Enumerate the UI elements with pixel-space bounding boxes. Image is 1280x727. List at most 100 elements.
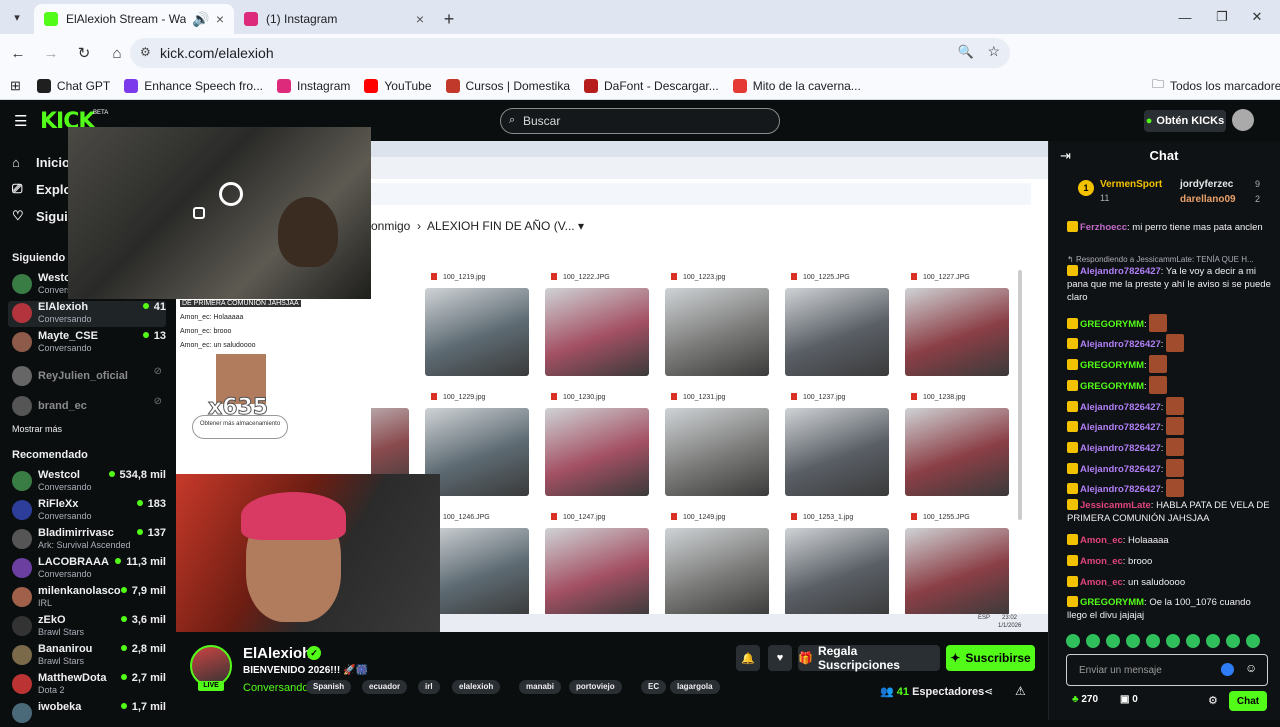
follow-heart-icon[interactable]: ♥ bbox=[768, 645, 792, 671]
recommended-channel[interactable]: milenkanolasco IRL 7,9 mil bbox=[8, 585, 166, 611]
chat-username[interactable]: Amon_ec bbox=[1080, 556, 1123, 567]
recommended-channel[interactable]: MatthewDota Dota 2 2,7 mil bbox=[8, 672, 166, 698]
subscribe-button[interactable]: ✦ Suscribirse bbox=[946, 645, 1035, 671]
chat-username[interactable]: Alejandro7826427 bbox=[1080, 464, 1161, 475]
channel-viewers: 41 bbox=[143, 301, 166, 313]
emote-option[interactable] bbox=[1106, 634, 1120, 648]
verified-icon: ✓ bbox=[307, 646, 321, 660]
chat-username[interactable]: Alejandro7826427 bbox=[1080, 443, 1161, 454]
forward-icon[interactable]: → bbox=[36, 38, 66, 68]
report-icon[interactable]: ⚠ bbox=[1015, 684, 1026, 698]
gift-count-display[interactable]: ▣ 0 bbox=[1120, 694, 1138, 705]
gift-subs-button[interactable]: 🎁 Regala Suscripciones bbox=[798, 644, 940, 672]
chat-username[interactable]: Alejandro7826427 bbox=[1080, 266, 1161, 277]
chat-username[interactable]: Ferzhoecc bbox=[1080, 222, 1127, 233]
chat-username[interactable]: Alejandro7826427 bbox=[1080, 422, 1161, 433]
chat-username[interactable]: GREGORYMM bbox=[1080, 319, 1144, 330]
recommended-channel[interactable]: Bladimirrivasc Ark: Survival Ascended 137 bbox=[8, 527, 166, 553]
chat-username[interactable]: Alejandro7826427 bbox=[1080, 484, 1161, 495]
chat-input[interactable]: Enviar un mensaje ☺ bbox=[1066, 654, 1268, 686]
chat-username[interactable]: GREGORYMM bbox=[1080, 597, 1144, 608]
emoji-icon[interactable]: ☺ bbox=[1245, 661, 1257, 675]
stream-tag[interactable]: portoviejo bbox=[569, 680, 622, 694]
stream-tag[interactable]: ecuador bbox=[362, 680, 408, 694]
apps-grid-icon[interactable]: ⊞ bbox=[10, 78, 21, 94]
following-channel[interactable]: Mayte_CSE Conversando 13 bbox=[8, 330, 166, 356]
emote-option[interactable] bbox=[1246, 634, 1260, 648]
bookmark-item[interactable]: Chat GPT bbox=[36, 78, 110, 93]
chat-username[interactable]: GREGORYMM bbox=[1080, 360, 1144, 371]
tab-instagram[interactable]: (1) Instagram × bbox=[234, 4, 434, 34]
stream-tag[interactable]: elalexioh bbox=[452, 680, 501, 694]
chat-username[interactable]: JessicammLate bbox=[1080, 500, 1151, 511]
photo-filename: 100_1222.JPG bbox=[551, 273, 610, 281]
get-kicks-button[interactable]: ● Obtén KICKs bbox=[1144, 110, 1226, 132]
bookmark-item[interactable]: Instagram bbox=[277, 78, 350, 93]
channel-avatar bbox=[12, 471, 32, 491]
tab-search-icon[interactable]: ▾ bbox=[0, 0, 34, 34]
emote-option[interactable] bbox=[1226, 634, 1240, 648]
bookmark-item[interactable]: DaFont - Descargar... bbox=[584, 78, 719, 93]
stream-category[interactable]: Conversando bbox=[243, 682, 308, 694]
stream-tag[interactable]: EC bbox=[641, 680, 667, 694]
emote-option[interactable] bbox=[1206, 634, 1220, 648]
recommended-channel[interactable]: zEkO Brawl Stars 3,6 mil bbox=[8, 614, 166, 640]
chat-badge-icon bbox=[1067, 265, 1078, 276]
close-tab-icon[interactable]: × bbox=[416, 11, 424, 27]
chat-settings-icon[interactable]: ⚙ bbox=[1208, 694, 1218, 707]
hamburger-menu-icon[interactable]: ☰ bbox=[14, 112, 27, 130]
user-avatar[interactable] bbox=[1232, 109, 1254, 131]
chat-username[interactable]: Alejandro7826427 bbox=[1080, 339, 1161, 350]
close-tab-icon[interactable]: × bbox=[216, 11, 224, 27]
bookmark-item[interactable]: Mito de la caverna... bbox=[732, 78, 861, 93]
search-input[interactable]: ⌕ Buscar bbox=[500, 108, 780, 134]
emote-option[interactable] bbox=[1146, 634, 1160, 648]
reload-icon[interactable]: ↻ bbox=[69, 38, 99, 68]
recommended-channel[interactable]: Bananirou Brawl Stars 2,8 mil bbox=[8, 643, 166, 669]
stream-tag[interactable]: irl bbox=[418, 680, 440, 694]
home-browser-icon[interactable]: ⌂ bbox=[102, 38, 132, 68]
recommended-channel[interactable]: iwobeka 1,7 mil bbox=[8, 701, 166, 727]
show-more-link[interactable]: Mostrar más bbox=[12, 424, 62, 434]
close-window-icon[interactable]: ✕ bbox=[1234, 0, 1280, 34]
emote-option[interactable] bbox=[1086, 634, 1100, 648]
stream-tag[interactable]: lagargola bbox=[670, 680, 720, 694]
share-icon[interactable]: ⋖ bbox=[984, 685, 993, 698]
emote-option[interactable] bbox=[1166, 634, 1180, 648]
verify-check-icon[interactable] bbox=[1221, 663, 1234, 676]
chat-badge-icon bbox=[1067, 499, 1078, 510]
chat-username[interactable]: Amon_ec bbox=[1080, 535, 1123, 546]
sidebar-nav-home[interactable]: ⌂ Inicio bbox=[12, 155, 70, 170]
chat-username[interactable]: Amon_ec bbox=[1080, 577, 1123, 588]
points-display[interactable]: ♣ 270 bbox=[1072, 694, 1098, 705]
bell-icon[interactable]: 🔔 bbox=[736, 645, 760, 671]
following-channel[interactable]: ElAlexioh Conversando 41 bbox=[8, 301, 166, 327]
site-info-icon[interactable]: ⚙ bbox=[140, 45, 151, 59]
following-channel[interactable]: brand_ec ⊘ bbox=[8, 394, 166, 420]
emote-option[interactable] bbox=[1186, 634, 1200, 648]
bookmark-star-icon[interactable]: ☆ bbox=[987, 43, 1000, 60]
streamer-name[interactable]: ElAlexioh bbox=[243, 645, 311, 662]
bookmark-item[interactable]: Enhance Speech fro... bbox=[124, 78, 263, 93]
emote-option[interactable] bbox=[1066, 634, 1080, 648]
speaker-icon[interactable]: 🔊 bbox=[192, 11, 209, 28]
emote-option[interactable] bbox=[1126, 634, 1140, 648]
new-tab-button[interactable]: + bbox=[434, 4, 464, 34]
tab-kick[interactable]: ElAlexioh Stream - Watch Li 🔊 × bbox=[34, 4, 234, 34]
bookmark-item[interactable]: Cursos | Domestika bbox=[445, 78, 570, 93]
recommended-channel[interactable]: RiFleXx Conversando 183 bbox=[8, 498, 166, 524]
all-bookmarks[interactable]: 🗀 Todos los marcadores bbox=[1152, 75, 1280, 96]
back-icon[interactable]: ← bbox=[3, 38, 33, 68]
following-channel[interactable]: ReyJulien_oficial ⊘ bbox=[8, 364, 166, 390]
url-input[interactable]: ⚙ kick.com/elalexioh 🔍 ☆ bbox=[130, 38, 1010, 68]
recommended-channel[interactable]: Westcol Conversando 534,8 mil bbox=[8, 469, 166, 495]
bookmark-item[interactable]: YouTube bbox=[364, 78, 432, 93]
channel-name: Westcol bbox=[38, 469, 80, 481]
stream-tag[interactable]: manabi bbox=[519, 680, 562, 694]
zoom-icon[interactable]: 🔍 bbox=[958, 44, 974, 60]
chat-username[interactable]: Alejandro7826427 bbox=[1080, 402, 1161, 413]
stream-tag[interactable]: Spanish bbox=[306, 680, 352, 694]
recommended-channel[interactable]: LACOBRAAA Conversando 11,3 mil bbox=[8, 556, 166, 582]
send-chat-button[interactable]: Chat bbox=[1229, 691, 1267, 711]
chat-username[interactable]: GREGORYMM bbox=[1080, 381, 1144, 392]
